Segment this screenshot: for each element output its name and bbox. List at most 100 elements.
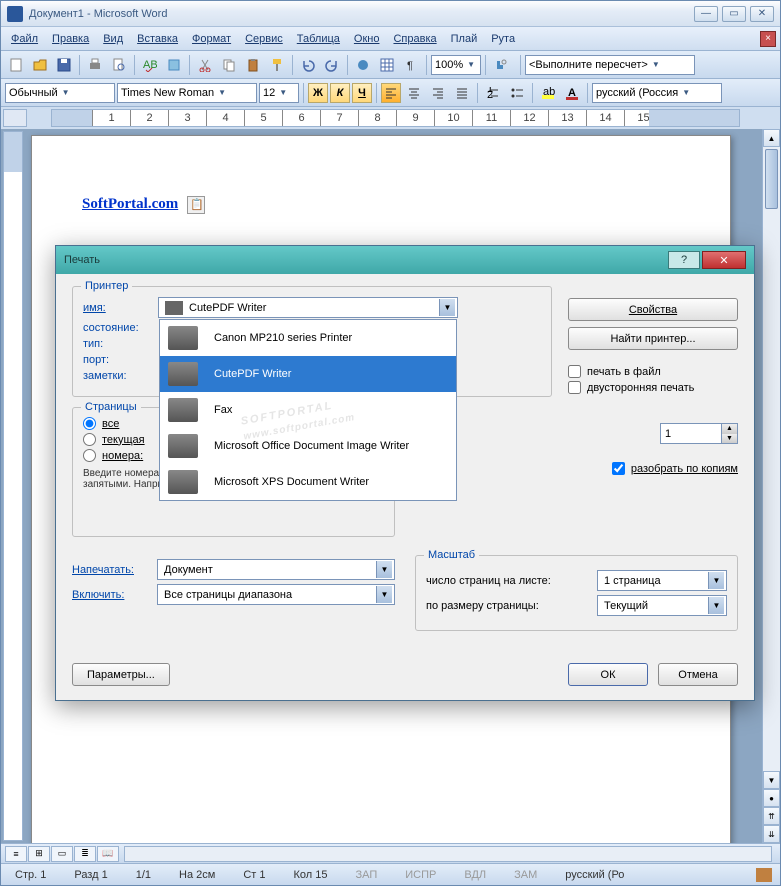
research-icon[interactable] — [163, 54, 185, 76]
zoom-select[interactable]: 100%▼ — [431, 55, 481, 75]
horizontal-ruler[interactable]: 1234567891011121314151617 — [51, 109, 740, 127]
minimize-button[interactable]: — — [694, 6, 718, 22]
print-layout-button[interactable]: ▭ — [51, 846, 73, 862]
printer-option-3[interactable]: Microsoft Office Document Image Writer — [160, 428, 456, 464]
prev-page-button[interactable]: ⇈ — [763, 807, 780, 825]
dialog-help-button[interactable]: ? — [668, 251, 700, 269]
menu-ruta[interactable]: Рута — [485, 30, 521, 48]
document-link[interactable]: SoftPortal.com — [82, 196, 178, 212]
print-icon[interactable] — [84, 54, 106, 76]
duplex-checkbox[interactable]: двусторонняя печать — [568, 381, 738, 394]
menu-help[interactable]: Справка — [387, 30, 442, 48]
menu-insert[interactable]: Вставка — [131, 30, 184, 48]
menu-file[interactable]: Файл — [5, 30, 44, 48]
language-select[interactable]: русский (Россия▼ — [592, 83, 722, 103]
font-size-select[interactable]: 12▼ — [259, 83, 299, 103]
justify-button[interactable] — [451, 82, 473, 104]
status-page[interactable]: Стр. 1 — [9, 869, 52, 881]
menu-tools[interactable]: Сервис — [239, 30, 289, 48]
browse-object-button[interactable]: ● — [763, 789, 780, 807]
font-color-button[interactable]: A — [561, 82, 583, 104]
font-select[interactable]: Times New Roman▼ — [117, 83, 257, 103]
italic-button[interactable]: К — [330, 83, 350, 103]
reading-view-button[interactable]: 📖 — [97, 846, 119, 862]
table-grid-icon[interactable] — [376, 54, 398, 76]
menu-play[interactable]: Плай — [445, 30, 484, 48]
status-col[interactable]: Кол 15 — [287, 869, 333, 881]
spin-up[interactable]: ▲ — [722, 424, 737, 434]
status-ext[interactable]: ВДЛ — [458, 869, 492, 881]
align-left-button[interactable] — [381, 83, 401, 103]
menu-edit[interactable]: Правка — [46, 30, 95, 48]
normal-view-button[interactable]: ≡ — [5, 846, 27, 862]
menu-table[interactable]: Таблица — [291, 30, 346, 48]
next-page-button[interactable]: ⇊ — [763, 825, 780, 843]
spin-down[interactable]: ▼ — [722, 434, 737, 444]
status-ovr[interactable]: ЗАМ — [508, 869, 543, 881]
open-icon[interactable] — [29, 54, 51, 76]
bold-button[interactable]: Ж — [308, 83, 328, 103]
status-at[interactable]: На 2см — [173, 869, 221, 881]
dialog-titlebar[interactable]: Печать ? ✕ — [56, 246, 754, 274]
paste-icon[interactable] — [242, 54, 264, 76]
numbering-button[interactable]: 12 — [482, 82, 504, 104]
printer-option-4[interactable]: Microsoft XPS Document Writer — [160, 464, 456, 500]
bullets-button[interactable] — [506, 82, 528, 104]
vertical-scrollbar[interactable]: ▲ ▼ ● ⇈ ⇊ — [762, 129, 780, 843]
print-to-file-checkbox[interactable]: печать в файл — [568, 365, 738, 378]
print-what-combo[interactable]: Документ▼ — [157, 559, 395, 580]
save-icon[interactable] — [53, 54, 75, 76]
spellcheck-icon[interactable]: ABC — [139, 54, 161, 76]
dialog-close-button[interactable]: ✕ — [702, 251, 746, 269]
status-pages[interactable]: 1/1 — [130, 869, 157, 881]
status-line[interactable]: Ст 1 — [237, 869, 271, 881]
status-rec[interactable]: ЗАП — [349, 869, 383, 881]
underline-button[interactable]: Ч — [352, 83, 372, 103]
parameters-button[interactable]: Параметры... — [72, 663, 170, 686]
printer-option-0[interactable]: Canon MP210 series Printer — [160, 320, 456, 356]
copies-spinner[interactable]: ▲▼ — [660, 423, 738, 444]
collate-checkbox[interactable]: разобрать по копиям — [415, 462, 738, 475]
paste-options-icon[interactable] — [187, 196, 205, 214]
undo-icon[interactable] — [297, 54, 319, 76]
printer-name-combo[interactable]: CutePDF Writer ▼ Canon MP210 series Prin… — [158, 297, 458, 318]
cancel-button[interactable]: Отмена — [658, 663, 738, 686]
highlight-button[interactable]: ab — [537, 82, 559, 104]
status-trk[interactable]: ИСПР — [399, 869, 442, 881]
scroll-thumb[interactable] — [765, 149, 778, 209]
printer-option-2[interactable]: Fax — [160, 392, 456, 428]
fit-to-combo[interactable]: Текущий▼ — [597, 595, 727, 616]
menu-format[interactable]: Формат — [186, 30, 237, 48]
pages-per-sheet-combo[interactable]: 1 страница▼ — [597, 570, 727, 591]
preview-icon[interactable] — [108, 54, 130, 76]
ok-button[interactable]: ОК — [568, 663, 648, 686]
copy-icon[interactable] — [218, 54, 240, 76]
scroll-up-button[interactable]: ▲ — [763, 129, 780, 147]
horizontal-scrollbar[interactable] — [124, 846, 772, 862]
style-select[interactable]: Обычный▼ — [5, 83, 115, 103]
include-combo[interactable]: Все страницы диапазона▼ — [157, 584, 395, 605]
find-printer-button[interactable]: Найти принтер... — [568, 327, 738, 350]
maximize-button[interactable]: ▭ — [722, 6, 746, 22]
show-marks-icon[interactable]: ¶ — [400, 54, 422, 76]
status-lang[interactable]: русский (Ро — [559, 869, 630, 881]
status-section[interactable]: Разд 1 — [68, 869, 113, 881]
properties-button[interactable]: Свойства — [568, 298, 738, 321]
align-right-button[interactable] — [427, 82, 449, 104]
redo-icon[interactable] — [321, 54, 343, 76]
scroll-down-button[interactable]: ▼ — [763, 771, 780, 789]
menu-view[interactable]: Вид — [97, 30, 129, 48]
close-button[interactable]: ✕ — [750, 6, 774, 22]
menu-window[interactable]: Окно — [348, 30, 386, 48]
hyperlink-icon[interactable] — [352, 54, 374, 76]
find-icon[interactable] — [490, 54, 512, 76]
outline-view-button[interactable]: ≣ — [74, 846, 96, 862]
vertical-ruler[interactable] — [3, 131, 23, 841]
cut-icon[interactable] — [194, 54, 216, 76]
copies-input[interactable] — [661, 424, 721, 443]
new-icon[interactable] — [5, 54, 27, 76]
status-book-icon[interactable] — [756, 868, 772, 882]
chevron-down-icon[interactable]: ▼ — [439, 299, 455, 316]
web-view-button[interactable]: ⊞ — [28, 846, 50, 862]
recalc-select[interactable]: <Выполните пересчет>▼ — [525, 55, 695, 75]
